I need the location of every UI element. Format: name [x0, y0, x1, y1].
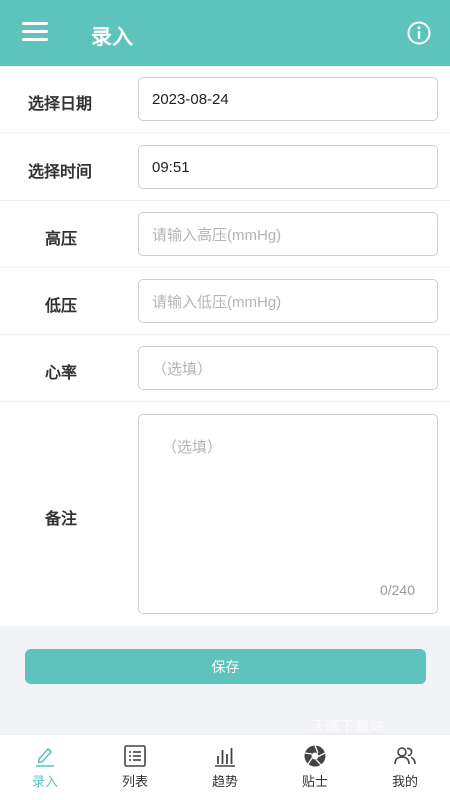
- heart-rate-label: 心率: [45, 365, 78, 382]
- top-app-bar: 录入: [0, 0, 450, 66]
- edit-icon: [36, 748, 54, 767]
- systolic-input[interactable]: 请输入高压(mmHg): [138, 212, 438, 256]
- tab-entry[interactable]: 录入: [0, 735, 90, 800]
- menu-icon[interactable]: [22, 22, 48, 44]
- heart-rate-input[interactable]: （选填）: [138, 346, 438, 390]
- notes-placeholder: （选填）: [162, 439, 223, 456]
- bottom-tab-bar: 录入 列表 趋势 贴士 我的: [0, 734, 450, 800]
- page-title: 录入: [91, 26, 133, 49]
- save-area: 保存 沃德下载站: [0, 626, 450, 734]
- tab-tips-label: 贴士: [301, 774, 328, 789]
- tab-profile[interactable]: 我的: [360, 735, 450, 800]
- users-icon: [394, 747, 416, 765]
- diastolic-input[interactable]: 请输入低压(mmHg): [138, 279, 438, 323]
- notes-label: 备注: [45, 511, 78, 528]
- systolic-label: 高压: [45, 231, 78, 248]
- list-icon: [124, 745, 146, 767]
- save-button[interactable]: 保存: [25, 649, 426, 684]
- aperture-icon: [304, 745, 326, 767]
- heart-rate-row: 心率 （选填）: [0, 335, 450, 402]
- notes-row: 备注 （选填） 0/240: [0, 402, 450, 626]
- tab-entry-label: 录入: [31, 774, 58, 789]
- date-field[interactable]: 2023-08-24: [138, 77, 438, 121]
- notes-char-counter: 0/240: [379, 582, 415, 598]
- time-row: 选择时间 09:51: [0, 133, 450, 201]
- tab-trend[interactable]: 趋势: [180, 735, 270, 800]
- info-icon[interactable]: [407, 21, 431, 45]
- tab-list-label: 列表: [121, 774, 148, 789]
- time-label: 选择时间: [28, 164, 93, 181]
- date-row: 选择日期 2023-08-24: [0, 66, 450, 133]
- systolic-row: 高压 请输入高压(mmHg): [0, 201, 450, 268]
- diastolic-row: 低压 请输入低压(mmHg): [0, 268, 450, 335]
- tab-tips[interactable]: 贴士: [270, 735, 360, 800]
- tab-list[interactable]: 列表: [90, 735, 180, 800]
- time-field[interactable]: 09:51: [138, 145, 438, 189]
- diastolic-label: 低压: [45, 298, 78, 315]
- notes-textarea[interactable]: （选填） 0/240: [138, 414, 438, 614]
- date-label: 选择日期: [28, 96, 93, 113]
- bar-chart-icon: [215, 748, 235, 767]
- tab-trend-label: 趋势: [211, 774, 238, 789]
- tab-profile-label: 我的: [391, 774, 418, 789]
- watermark-text: 沃德下载站: [310, 718, 385, 734]
